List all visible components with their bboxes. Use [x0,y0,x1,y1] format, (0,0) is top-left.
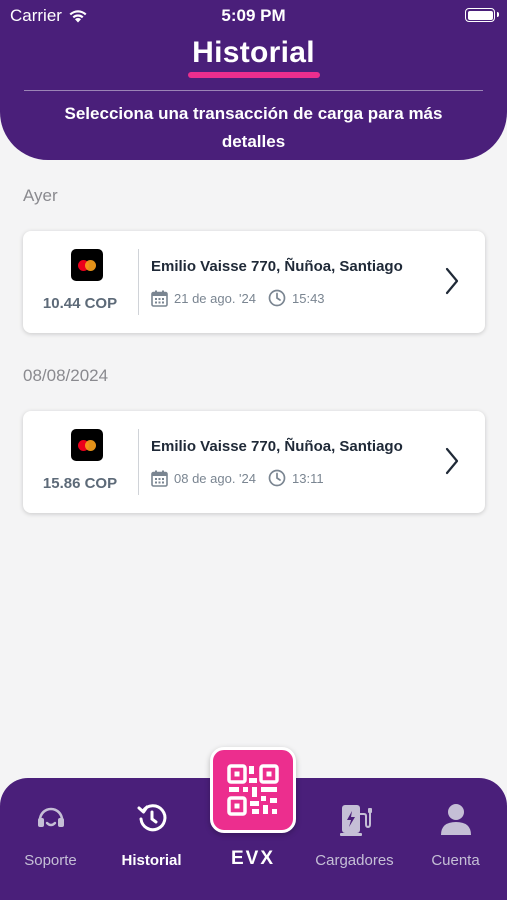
account-icon [440,804,471,835]
card-divider [138,429,139,495]
status-time: 5:09 PM [221,6,286,25]
nav-item-cargadores[interactable]: Cargadores [304,778,405,900]
qr-code-icon [227,764,279,816]
transaction-meta: 21 de ago. '24 15:43 [151,289,325,307]
card-divider [138,249,139,315]
header: Carrier 5:09 PM Historial Selecciona una… [0,0,507,160]
nav-label-cargadores: Cargadores [315,852,394,869]
header-divider [24,90,483,91]
chevron-right-icon [445,267,459,295]
clock-icon [268,289,286,307]
charger-icon [339,805,372,836]
nav-label-cuenta: Cuenta [431,852,480,869]
calendar-icon [151,470,168,487]
nav-label-soporte: Soporte [24,852,77,869]
brand-logo: EVX [230,848,276,869]
calendar-icon [151,290,168,307]
transaction-address: Emilio Vaisse 770, Ñuñoa, Santiago [151,438,403,455]
section-label-ayer: Ayer [23,186,58,205]
nav-label-historial: Historial [121,852,182,869]
transaction-date: 21 de ago. '24 [174,290,256,306]
nav-item-cuenta[interactable]: Cuenta [405,778,506,900]
mastercard-icon [71,429,103,461]
clock-icon [268,469,286,487]
transaction-time: 13:11 [292,470,324,486]
page-title: Historial [192,36,315,69]
title-underline [188,72,320,78]
support-icon [37,807,64,827]
transaction-address: Emilio Vaisse 770, Ñuñoa, Santiago [151,258,403,275]
page-subtitle: Selecciona una transacción de carga para… [64,104,443,151]
transaction-meta: 08 de ago. '24 13:11 [151,469,324,487]
battery-icon [465,8,499,22]
transaction-card[interactable]: 15.86 COP Emilio Vaisse 770, Ñuñoa, Sant… [23,411,485,513]
chevron-right-icon [445,447,459,475]
nav-item-historial[interactable]: Historial [101,778,202,900]
transaction-card[interactable]: 10.44 COP Emilio Vaisse 770, Ñuñoa, Sant… [23,231,485,333]
transaction-time: 15:43 [292,290,325,306]
mastercard-icon [71,249,103,281]
transaction-amount: 15.86 COP [42,475,118,492]
nav-item-soporte[interactable]: Soporte [0,778,101,900]
history-icon [137,804,166,832]
transaction-date: 08 de ago. '24 [174,470,256,486]
transaction-amount: 10.44 COP [42,295,118,312]
qr-scan-button[interactable] [210,747,296,833]
status-bar: Carrier 5:09 PM [0,0,507,32]
section-label-date: 08/08/2024 [23,366,109,385]
